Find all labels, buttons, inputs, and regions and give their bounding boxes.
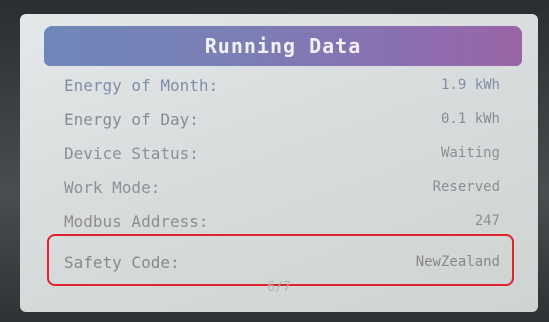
row-value: 247 xyxy=(474,213,500,229)
row-work-mode: Work Mode: Reserved xyxy=(20,172,538,202)
row-label: Work Mode: xyxy=(64,177,161,197)
row-label: Energy of Month: xyxy=(64,75,219,95)
row-device-status: Device Status: Waiting xyxy=(20,138,538,168)
screen-header: Running Data xyxy=(44,26,522,66)
page-title: Running Data xyxy=(204,34,362,58)
row-value: 0.1 kWh xyxy=(440,111,500,127)
row-value: Reserved xyxy=(432,179,500,195)
row-energy-of-month: Energy of Month: 1.9 kWh xyxy=(20,70,538,100)
row-energy-of-day: Energy of Day: 0.1 kWh xyxy=(20,104,538,134)
row-label: Modbus Address: xyxy=(64,211,209,231)
row-label: Device Status: xyxy=(64,143,199,163)
row-value: Waiting xyxy=(440,145,500,161)
row-modbus-address: Modbus Address: 247 xyxy=(20,206,538,236)
page-indicator: 6/7 xyxy=(267,280,291,295)
highlight-box xyxy=(47,234,514,286)
row-label: Energy of Day: xyxy=(64,109,199,129)
lcd-screen: Running Data Energy of Month: 1.9 kWh En… xyxy=(20,14,538,312)
row-value: 1.9 kWh xyxy=(440,77,500,93)
